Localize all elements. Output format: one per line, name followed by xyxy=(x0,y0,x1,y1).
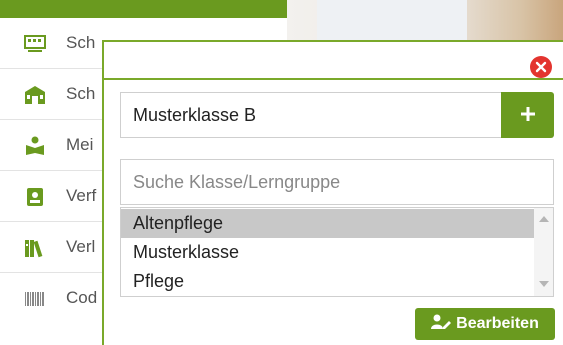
sidebar-item-label: Sch xyxy=(66,84,96,103)
add-button[interactable] xyxy=(501,92,554,138)
sidebar-item-label: Cod xyxy=(66,288,98,307)
sidebar-item-1[interactable]: Sch xyxy=(0,18,110,69)
background-image xyxy=(287,0,563,40)
reading-person-icon xyxy=(24,136,46,156)
sidebar-item-4[interactable]: Verf xyxy=(0,171,110,222)
dialog-header xyxy=(104,42,563,80)
search-input[interactable] xyxy=(120,159,554,205)
sidebar-item-3[interactable]: Mei xyxy=(0,120,110,171)
school-building-icon xyxy=(24,85,46,105)
scroll-down-arrow-icon[interactable] xyxy=(539,281,549,287)
listbox-scrollbar[interactable] xyxy=(534,208,553,296)
sidebar-item-2[interactable]: Sch xyxy=(0,69,110,120)
barcode-icon xyxy=(24,289,46,309)
class-listbox[interactable]: Altenpflege Musterklasse Pflege xyxy=(120,207,554,297)
plus-icon xyxy=(520,106,536,125)
list-item[interactable]: Pflege xyxy=(121,267,534,296)
books-icon xyxy=(24,238,46,258)
close-icon[interactable] xyxy=(530,56,552,78)
edit-button-label: Bearbeiten xyxy=(456,315,539,332)
sidebar-item-label: Sch xyxy=(66,33,96,52)
scroll-up-arrow-icon[interactable] xyxy=(539,216,549,222)
sidebar-item-6[interactable]: Cod xyxy=(0,273,110,324)
class-name-input[interactable] xyxy=(120,92,504,138)
sidebar: Sch Sch Mei Verf Verl Cod xyxy=(0,18,110,345)
sidebar-item-label: Verl xyxy=(66,237,96,256)
sidebar-item-label: Verf xyxy=(66,186,97,205)
class-dialog: Altenpflege Musterklasse Pflege Bearbeit… xyxy=(102,40,563,345)
contact-card-icon xyxy=(24,187,46,207)
sidebar-item-label: Mei xyxy=(66,135,94,154)
classroom-board-icon xyxy=(24,34,46,54)
user-edit-icon xyxy=(431,314,452,335)
edit-button[interactable]: Bearbeiten xyxy=(415,308,555,340)
list-item[interactable]: Musterklasse xyxy=(121,238,534,267)
list-item-selected[interactable]: Altenpflege xyxy=(121,209,534,238)
top-bar xyxy=(0,0,287,18)
sidebar-item-5[interactable]: Verl xyxy=(0,222,110,273)
